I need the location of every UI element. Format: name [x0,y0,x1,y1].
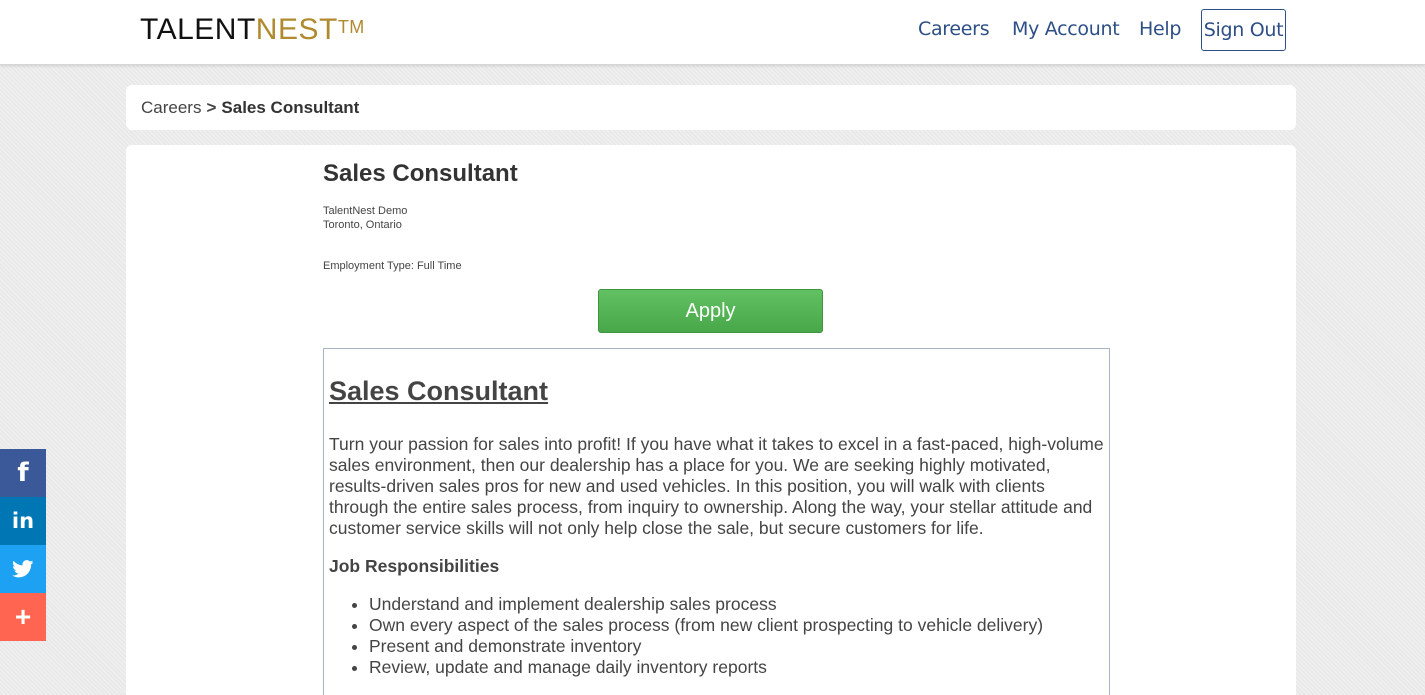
list-item: Review, update and manage daily inventor… [369,657,1104,678]
logo-talent-text: TALENT [140,13,256,46]
description-title: Sales Consultant [329,376,549,406]
logo-trademark: TM [337,17,365,37]
facebook-icon: f [17,458,29,488]
twitter-share-button[interactable] [0,545,46,593]
list-item: Own every aspect of the sales process (f… [369,615,1104,636]
responsibilities-heading: Job Responsibilities [329,556,500,576]
nav-careers-link[interactable]: Careers [918,18,990,40]
apply-button[interactable]: Apply [598,289,823,333]
breadcrumb: Careers > Sales Consultant [126,85,1296,130]
nav-my-account-link[interactable]: My Account [1012,18,1120,40]
job-title: Sales Consultant [323,160,518,187]
company-name: TalentNest Demo [323,205,408,217]
job-location: Toronto, Ontario [323,219,402,231]
nav-help-link[interactable]: Help [1139,18,1181,40]
logo-nest-text: NEST [255,13,338,46]
twitter-icon [12,560,34,578]
sign-out-button[interactable]: Sign Out [1201,9,1286,51]
responsibilities-list: Understand and implement dealership sale… [329,594,1104,678]
breadcrumb-separator: > [206,97,217,117]
top-navigation-bar: TALENTNESTTM Careers My Account Help Sig… [0,0,1425,65]
description-intro: Turn your passion for sales into profit!… [329,434,1104,538]
job-description-box[interactable]: Sales Consultant Turn your passion for s… [323,348,1110,695]
breadcrumb-current: Sales Consultant [221,97,360,117]
linkedin-icon: in [11,509,35,533]
list-item: Present and demonstrate inventory [369,636,1104,657]
employment-type: Employment Type: Full Time [323,260,462,272]
more-share-button[interactable]: + [0,593,46,641]
linkedin-share-button[interactable]: in [0,497,46,545]
list-item: Understand and implement dealership sale… [369,594,1104,615]
plus-share-icon: + [14,601,32,632]
talentnest-logo[interactable]: TALENTNESTTM [140,12,365,48]
facebook-share-button[interactable]: f [0,449,46,497]
job-company-location: TalentNest Demo Toronto, Ontario [323,204,407,232]
breadcrumb-careers-link[interactable]: Careers [141,98,201,118]
